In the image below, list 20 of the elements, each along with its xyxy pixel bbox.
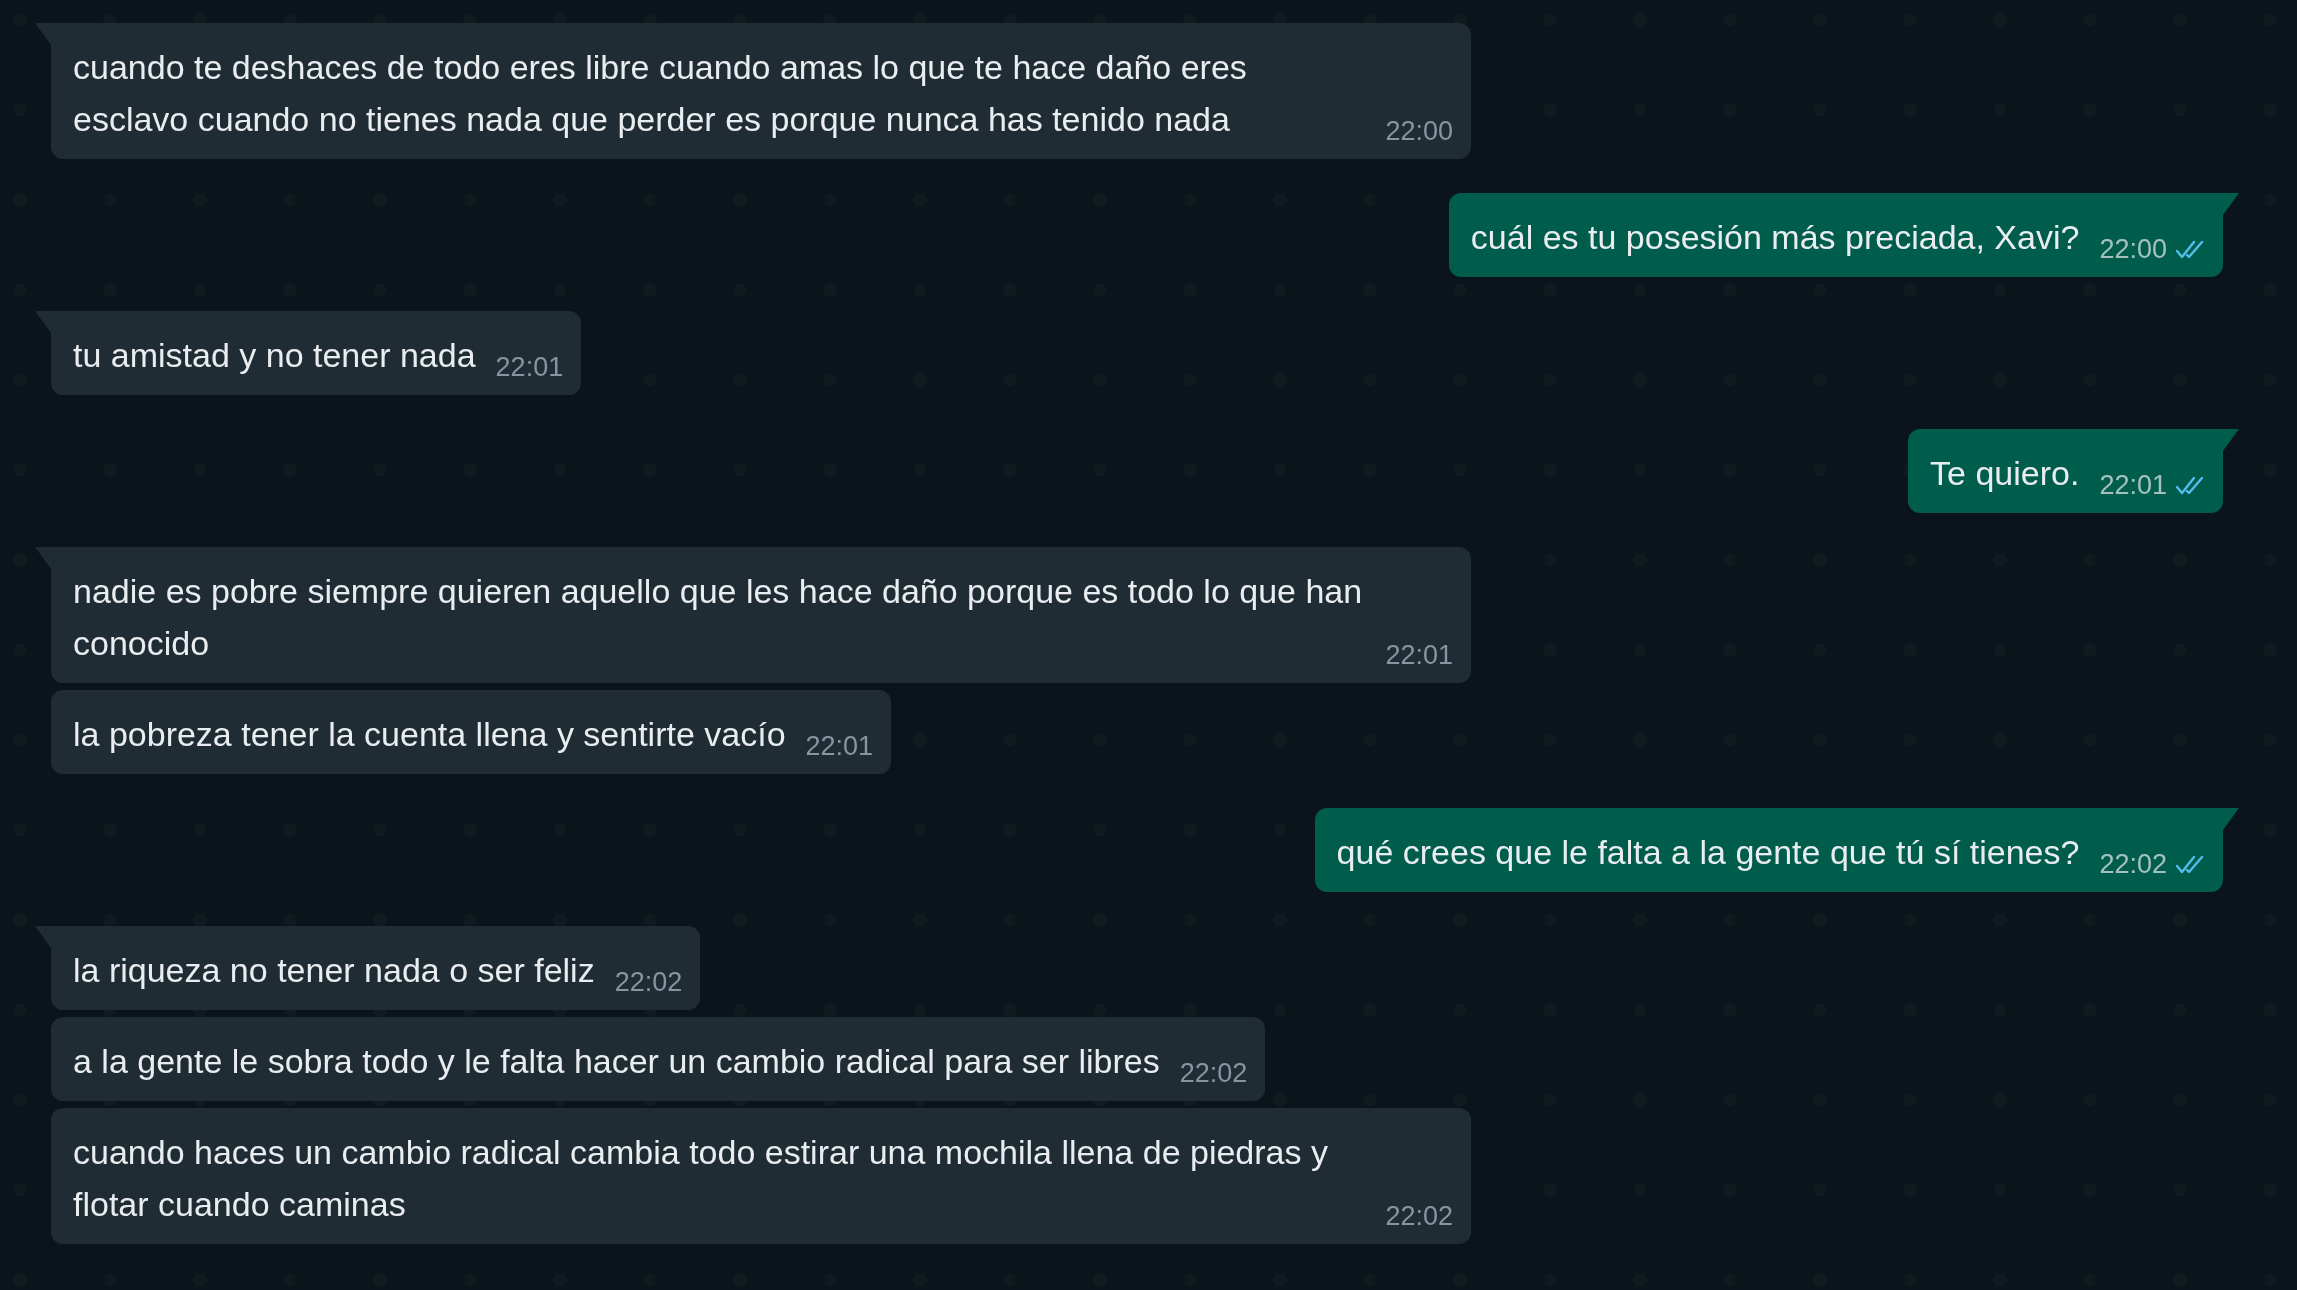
message-text: Te quiero. [1930, 453, 2080, 494]
message-time: 22:01 [495, 352, 564, 383]
message-text: a la gente le sobra todo y le falta hacer un cambio radical para ser libres [73, 1041, 1160, 1082]
message-time: 22:02 [614, 967, 683, 998]
message-time: 22:01 [805, 731, 874, 762]
message-text: nadie es pobre siempre quieren aquello que les hace daño porque es todo lo que han conocido [73, 571, 1364, 664]
message-text: cuál es tu posesión más preciada, Xavi? [1470, 217, 2080, 258]
message-text: cuando te deshaces de todo eres libre cuando amas lo que te hace daño eres esclavo cuando no tienes nada que perder es porque nunca has tenido nada [73, 47, 1248, 140]
message-time: 22:00 [1385, 116, 1453, 147]
message-text: la pobreza tener la cuenta llena y sentirte vacío [73, 714, 786, 755]
message-time: 22:02 [1385, 1201, 1453, 1232]
message-text: tu amistad y no tener nada [73, 335, 476, 376]
message-time: 22:02 [1179, 1058, 1248, 1089]
message-text: cuando haces un cambio radical cambia todo estirar una mochila llena de piedras y flotar cuando caminas [73, 1132, 1329, 1225]
message-time: 22:01 [1385, 640, 1453, 671]
message-time: 22:00 [2099, 234, 2167, 265]
message-text: la riqueza no tener nada o ser feliz [73, 950, 595, 991]
message-time: 22:02 [2099, 849, 2167, 880]
message-time: 22:01 [2099, 470, 2167, 501]
message-text: qué crees que le falta a la gente que tú sí tienes? [1336, 832, 2080, 873]
